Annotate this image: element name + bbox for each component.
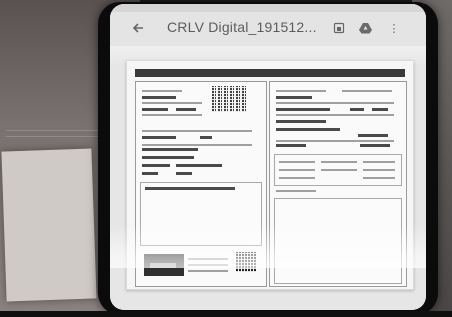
field-line [321, 161, 357, 163]
field-value [276, 96, 312, 99]
field-value [276, 120, 326, 123]
field-value [350, 108, 364, 111]
qr-code [212, 86, 246, 112]
document-header-band [135, 69, 405, 77]
document-title: CRLV Digital_191512... [167, 19, 317, 35]
field-value [142, 164, 170, 167]
field-line [142, 144, 252, 146]
field-line [276, 114, 394, 116]
field-line [363, 169, 395, 171]
field-line [279, 161, 315, 163]
field-value [276, 108, 330, 111]
field-value [142, 96, 176, 99]
field-line [363, 177, 395, 179]
field-value [200, 136, 212, 139]
field-line [276, 102, 394, 104]
field-value [358, 134, 388, 137]
phone-screen: CRLV Digital_191512... ⋮ [110, 4, 426, 310]
background-document [1, 148, 97, 302]
bottom-edge [0, 311, 452, 317]
field-value [176, 172, 192, 175]
status-bar [110, 4, 426, 12]
field-value [142, 172, 158, 175]
field-line [142, 114, 202, 116]
arrow-left-icon[interactable] [128, 18, 148, 38]
field-line [188, 270, 228, 272]
field-value [142, 108, 168, 111]
field-line [279, 169, 315, 171]
field-value [176, 164, 222, 167]
field-line [142, 102, 202, 104]
field-line [276, 140, 394, 142]
field-value [372, 108, 388, 111]
field-line [276, 90, 326, 92]
field-line [363, 161, 395, 163]
google-drive-icon[interactable] [358, 21, 372, 35]
screen-glare-top [110, 46, 426, 66]
field-value [276, 144, 306, 147]
save-to-device-icon[interactable] [332, 21, 346, 35]
photo-scene: CRLV Digital_191512... ⋮ [0, 0, 452, 317]
field-value [145, 187, 235, 190]
info-box [274, 154, 402, 186]
field-line [276, 190, 316, 192]
phone: CRLV Digital_191512... ⋮ [98, 2, 438, 315]
screen-glare [110, 224, 426, 268]
background-paper-lines [6, 130, 101, 137]
field-value [142, 136, 176, 139]
field-line [142, 130, 252, 132]
field-line [279, 177, 315, 179]
field-value [142, 148, 198, 151]
field-line [342, 90, 392, 92]
field-line [321, 169, 357, 171]
pdf-viewer[interactable] [110, 46, 426, 310]
field-line [142, 90, 182, 92]
field-value [176, 108, 196, 111]
app-top-bar: CRLV Digital_191512... ⋮ [110, 12, 426, 46]
field-value [360, 144, 390, 147]
field-value [276, 128, 340, 131]
more-vertical-icon[interactable]: ⋮ [387, 21, 401, 35]
field-value [142, 156, 194, 159]
